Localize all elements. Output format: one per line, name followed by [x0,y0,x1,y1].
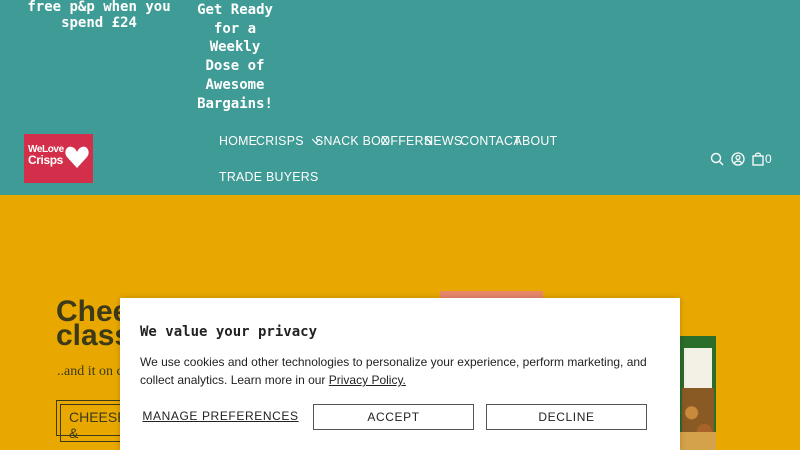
nav-trade-buyers[interactable]: TRADE BUYERS [219,169,318,184]
site-logo[interactable]: WeLove Crisps [24,134,93,183]
heart-icon [65,146,89,168]
nav-about[interactable]: ABOUT [514,133,558,148]
privacy-policy-link[interactable]: Privacy Policy. [329,373,406,387]
nav-crisps[interactable]: CRISPS [256,133,321,148]
nav-news[interactable]: NEWS [424,133,462,148]
cart-count: 0 [765,152,772,166]
product-bag-base [678,432,716,450]
cart-icon[interactable] [752,152,764,166]
hero-subtitle: ..and it on c [57,364,123,379]
promo-weekly: Get Ready for a Weekly Dose of Awesome B… [197,2,273,112]
logo-text: WeLove Crisps [28,144,64,166]
manage-preferences-button[interactable]: MANAGE PREFERENCES [140,404,301,430]
search-icon[interactable] [710,152,724,166]
decline-button[interactable]: DECLINE [486,404,647,430]
account-icon[interactable] [731,152,745,166]
nav-home[interactable]: HOME [219,133,257,148]
consent-body: We use cookies and other technologies to… [140,353,670,389]
consent-title: We value your privacy [140,324,318,340]
site-header: free p&p when you spend £24 Get Ready fo… [0,0,800,195]
logo-line-2: Crisps [28,153,63,167]
accept-button[interactable]: ACCEPT [313,404,474,430]
promo-delivery: free p&p when you spend £24 [27,0,171,31]
nav-crisps-label: CRISPS [256,133,304,148]
nav-contact[interactable]: CONTACT [460,133,521,148]
cookie-consent-dialog: We value your privacy We use cookies and… [120,298,680,450]
nav-snack-box[interactable]: SNACK BOX [315,133,390,148]
